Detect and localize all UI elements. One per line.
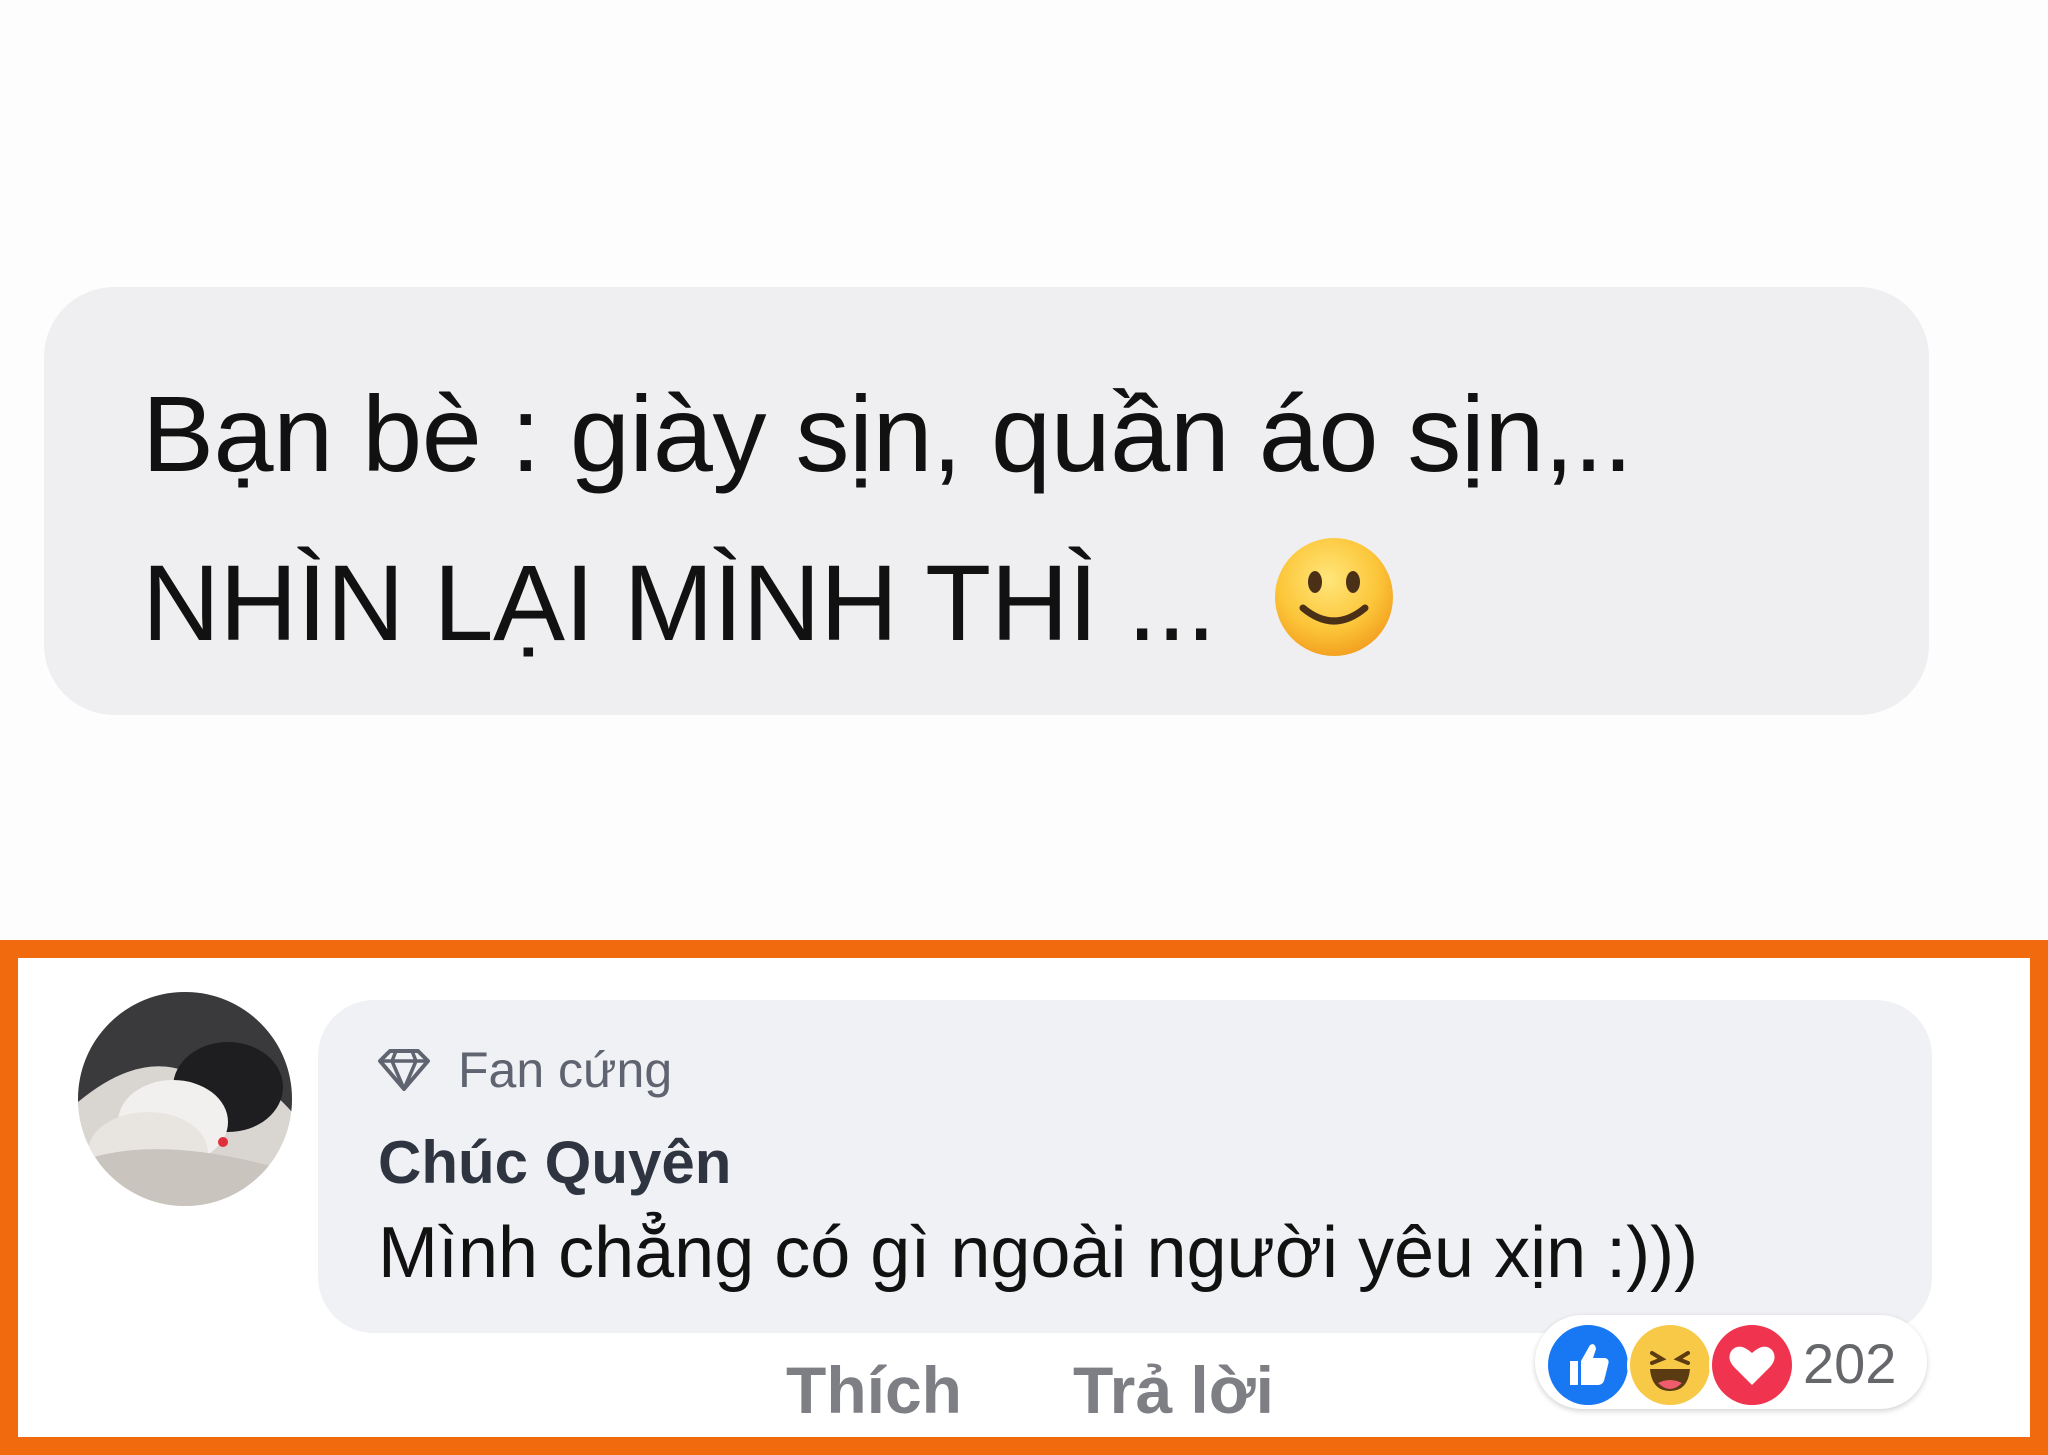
reaction-count: 202 [1803, 1332, 1897, 1395]
like-reaction-icon [1545, 1322, 1631, 1408]
reply-button[interactable]: Trả lời [1073, 1352, 1274, 1428]
fan-badge: Fan cứng [376, 1040, 672, 1100]
post-text-line-1: Bạn bè : giày sịn, quần áo sịn,.. [142, 373, 1633, 494]
post-text-line-2-row: NHÌN LẠI MÌNH THÌ ... [142, 536, 1395, 675]
comment-text: Mình chẳng có gì ngoài người yêu xịn :))… [378, 1213, 1699, 1293]
like-button[interactable]: Thích [786, 1352, 962, 1428]
diamond-icon [378, 1049, 430, 1091]
love-reaction-icon [1709, 1322, 1795, 1408]
post-text-line-2: NHÌN LẠI MÌNH THÌ ... [142, 542, 1216, 663]
reaction-summary[interactable]: 202 [1535, 1315, 1927, 1409]
badge-label: Fan cứng [458, 1042, 673, 1098]
haha-reaction-icon [1627, 1322, 1713, 1408]
avatar[interactable] [78, 992, 292, 1206]
smiling-face-icon [1273, 536, 1395, 675]
comment-author[interactable]: Chúc Quyên [378, 1128, 731, 1197]
